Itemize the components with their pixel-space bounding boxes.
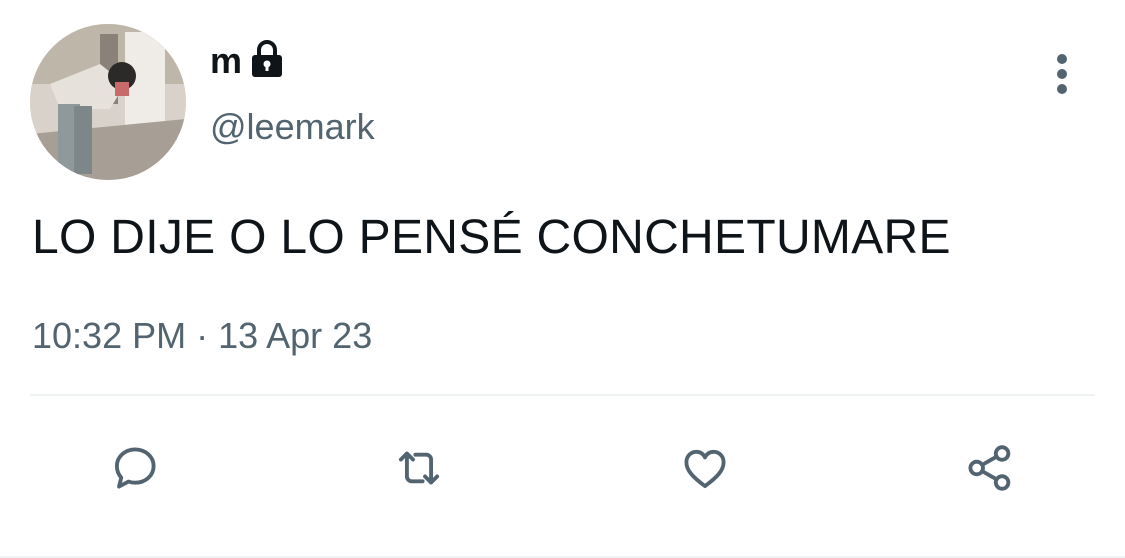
- heart-icon: [684, 449, 726, 489]
- avatar-photo: [30, 24, 186, 180]
- share-button[interactable]: [954, 432, 1026, 504]
- retweet-icon: [398, 451, 440, 485]
- meta-separator: ·: [196, 315, 209, 356]
- user-handle[interactable]: @leemark: [210, 102, 375, 152]
- display-name[interactable]: m: [210, 36, 242, 86]
- tweet-card: m @leemark LO DIJE O LO PENSÉ CONCHETUMA…: [0, 0, 1125, 558]
- more-options-button[interactable]: [1040, 48, 1084, 100]
- like-button[interactable]: [669, 432, 741, 504]
- reply-button[interactable]: [99, 432, 171, 504]
- retweet-button[interactable]: [383, 432, 455, 504]
- avatar[interactable]: [30, 24, 186, 180]
- tweet-date: 13 Apr 23: [218, 315, 373, 356]
- tweet-time: 10:32 PM: [32, 315, 187, 356]
- lock-icon: [250, 40, 284, 78]
- author-name-row: m: [210, 36, 284, 86]
- vertical-ellipsis-icon: [1057, 54, 1067, 94]
- reply-bubble-icon: [114, 447, 156, 489]
- share-icon: [968, 445, 1011, 491]
- tweet-timestamp[interactable]: 10:32 PM · 13 Apr 23: [32, 312, 372, 360]
- divider: [30, 394, 1095, 396]
- tweet-text: LO DIJE O LO PENSÉ CONCHETUMARE: [32, 211, 951, 264]
- tweet-actions-bar: [0, 432, 1125, 504]
